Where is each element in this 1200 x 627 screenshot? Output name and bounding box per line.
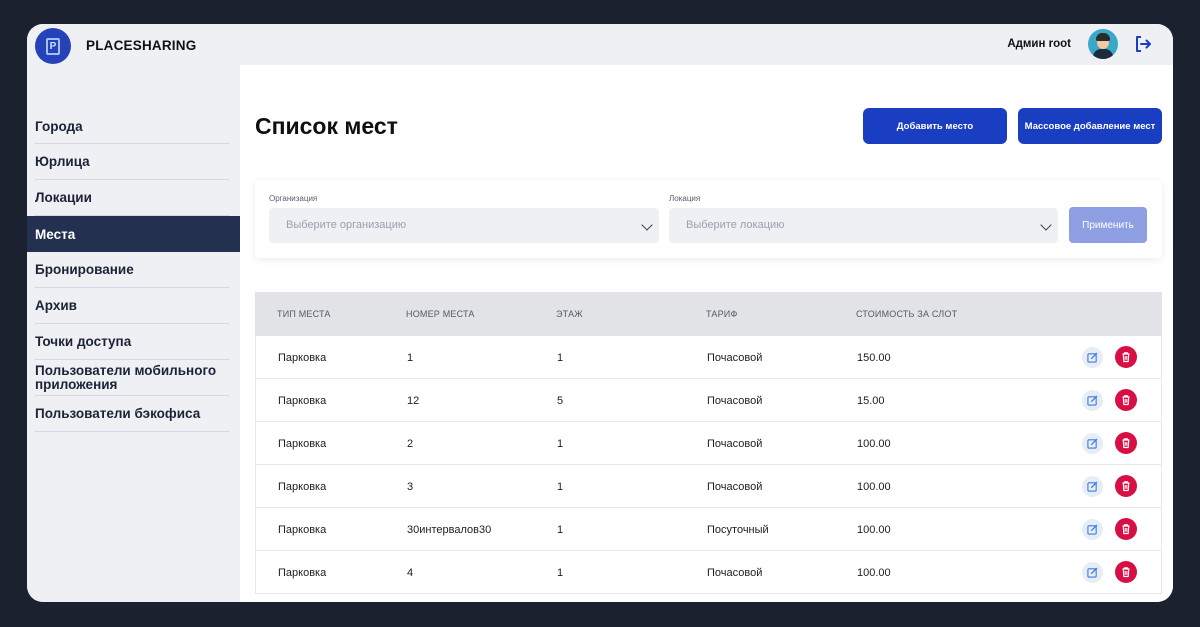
sidebar-item-label: Юрлица	[35, 154, 90, 169]
cell-floor: 1	[557, 438, 564, 450]
cell-floor: 1	[557, 567, 564, 579]
cell-tariff: Почасовой	[707, 395, 763, 407]
edit-icon[interactable]	[1082, 562, 1103, 583]
column-header-number[interactable]: НОМЕР МЕСТА	[406, 309, 475, 319]
page-title: Список мест	[255, 113, 398, 139]
avatar[interactable]	[1088, 29, 1118, 59]
sidebar-item-label: Локации	[35, 190, 92, 205]
location-label: Локация	[669, 194, 701, 203]
trash-icon[interactable]	[1115, 518, 1137, 540]
cell-type: Парковка	[278, 481, 327, 493]
cell-price: 100.00	[857, 524, 891, 536]
table-row[interactable]: Парковка 12 5 Почасовой 15.00	[255, 379, 1162, 422]
chevron-down-icon	[1040, 219, 1052, 231]
table-header: ТИП МЕСТА НОМЕР МЕСТА ЭТАЖ ТАРИФ СТОИМОС…	[255, 292, 1162, 336]
cell-price: 100.00	[857, 438, 891, 450]
sidebar-item-locations[interactable]: Локации	[35, 180, 229, 216]
sidebar-item-label: Архив	[35, 298, 77, 313]
cell-floor: 5	[557, 395, 564, 407]
sidebar-item-label: Города	[35, 118, 83, 134]
cell-tariff: Почасовой	[707, 438, 763, 450]
organization-label: Организация	[269, 194, 318, 203]
bulk-add-places-button[interactable]: Массовое добавление мест	[1018, 108, 1162, 144]
logout-icon[interactable]	[1133, 34, 1153, 54]
cell-number: 1	[407, 352, 414, 364]
user-name: Админ root	[1007, 38, 1071, 50]
main-content: Список мест Добавить место Массовое доба…	[240, 65, 1173, 602]
brand-name: PLACESHARING	[86, 38, 197, 53]
cell-price: 150.00	[857, 352, 891, 364]
sidebar-item-label: Пользователи мобильного приложения	[35, 362, 217, 392]
sidebar-item-label: Пользователи бэкофиса	[35, 406, 201, 421]
column-header-tariff[interactable]: ТАРИФ	[706, 309, 738, 319]
trash-icon[interactable]	[1115, 432, 1137, 454]
cell-floor: 1	[557, 481, 564, 493]
edit-icon[interactable]	[1082, 433, 1103, 454]
cell-number: 30интервалов30	[407, 524, 492, 536]
add-place-button[interactable]: Добавить место	[863, 108, 1007, 144]
app-window: P PLACESHARING Админ root Города Юрлица …	[27, 24, 1173, 602]
sidebar-item-label: Бронирование	[35, 262, 134, 277]
organization-select[interactable]: Выберите организацию	[269, 208, 659, 243]
cell-type: Парковка	[278, 438, 327, 450]
cell-price: 15.00	[857, 395, 885, 407]
cell-number: 2	[407, 438, 414, 450]
edit-icon[interactable]	[1082, 476, 1103, 497]
organization-placeholder: Выберите организацию	[286, 219, 407, 231]
parking-logo-icon[interactable]: P	[35, 28, 71, 64]
table-row[interactable]: Парковка 4 1 Почасовой 100.00	[255, 551, 1162, 594]
cell-floor: 1	[557, 352, 564, 364]
sidebar-item-label: Точки доступа	[35, 334, 132, 349]
cell-price: 100.00	[857, 567, 891, 579]
cell-tariff: Почасовой	[707, 352, 763, 364]
cell-type: Парковка	[278, 395, 327, 407]
sidebar: Города Юрлица Локации Места Бронирование…	[27, 65, 240, 602]
places-table: ТИП МЕСТА НОМЕР МЕСТА ЭТАЖ ТАРИФ СТОИМОС…	[255, 292, 1162, 594]
column-header-type[interactable]: ТИП МЕСТА	[277, 309, 331, 319]
trash-icon[interactable]	[1115, 389, 1137, 411]
cell-type: Парковка	[278, 567, 327, 579]
table-row[interactable]: Парковка 30интервалов30 1 Посуточный 100.00	[255, 508, 1162, 551]
sidebar-item-mobile-users[interactable]: Пользователи мобильного приложения	[35, 360, 229, 396]
trash-icon[interactable]	[1115, 561, 1137, 583]
table-row[interactable]: Парковка 1 1 Почасовой 150.00	[255, 336, 1162, 379]
cell-type: Парковка	[278, 524, 327, 536]
filter-panel: Организация Выберите организацию Локация…	[255, 180, 1162, 258]
edit-icon[interactable]	[1082, 519, 1103, 540]
cell-floor: 1	[557, 524, 564, 536]
column-header-floor[interactable]: ЭТАЖ	[556, 309, 583, 319]
cell-tariff: Почасовой	[707, 567, 763, 579]
sidebar-item-access-points[interactable]: Точки доступа	[35, 324, 229, 360]
sidebar-item-booking[interactable]: Бронирование	[35, 252, 229, 288]
trash-icon[interactable]	[1115, 475, 1137, 497]
cell-tariff: Посуточный	[707, 524, 769, 536]
trash-icon[interactable]	[1115, 346, 1137, 368]
sidebar-item-backoffice-users[interactable]: Пользователи бэкофиса	[35, 396, 229, 432]
cell-price: 100.00	[857, 481, 891, 493]
cell-number: 3	[407, 481, 414, 493]
column-header-price[interactable]: СТОИМОСТЬ ЗА СЛОТ	[856, 309, 957, 319]
apply-button[interactable]: Применить	[1069, 207, 1147, 243]
sidebar-item-archive[interactable]: Архив	[35, 288, 229, 324]
sidebar-item-label: Места	[35, 226, 76, 242]
table-row[interactable]: Парковка 2 1 Почасовой 100.00	[255, 422, 1162, 465]
sidebar-item-places[interactable]: Места	[27, 216, 240, 252]
cell-type: Парковка	[278, 352, 327, 364]
cell-tariff: Почасовой	[707, 481, 763, 493]
cell-number: 12	[407, 395, 420, 407]
top-bar: P PLACESHARING Админ root	[27, 24, 1173, 65]
cell-number: 4	[407, 567, 414, 579]
chevron-down-icon	[641, 219, 653, 231]
sidebar-item-cities[interactable]: Города	[35, 109, 229, 144]
edit-icon[interactable]	[1082, 347, 1103, 368]
edit-icon[interactable]	[1082, 390, 1103, 411]
location-placeholder: Выберите локацию	[686, 219, 785, 231]
sidebar-item-legal-entities[interactable]: Юрлица	[35, 144, 229, 180]
location-select[interactable]: Выберите локацию	[669, 208, 1058, 243]
table-row[interactable]: Парковка 3 1 Почасовой 100.00	[255, 465, 1162, 508]
